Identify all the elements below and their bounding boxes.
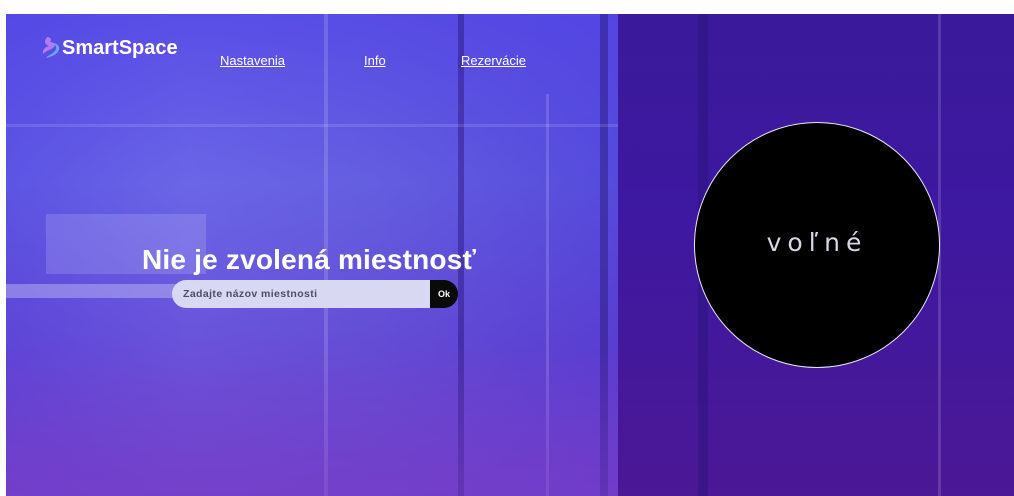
nav-link-rezervacie[interactable]: Rezervácie [461,53,526,68]
page-title: Nie je zvolená miestnosť [142,244,477,275]
brand-name: SmartSpace [62,37,178,59]
floor-shade [6,344,618,496]
glass-frame-line [546,94,549,496]
ok-button[interactable]: Ok [430,280,458,308]
room-status-text: voľné [766,227,868,257]
room-status-circle: voľné [694,122,940,368]
glass-frame-line [600,14,608,496]
nav-link-info[interactable]: Info [364,53,386,68]
room-search-input[interactable] [172,280,432,308]
smartspace-logo-icon [42,37,60,58]
brand-logo[interactable]: SmartSpace [40,34,178,60]
ceiling-line [6,124,618,127]
room-search-form: Ok [172,280,458,308]
nav-link-nastavenia[interactable]: Nastavenia [220,53,285,68]
